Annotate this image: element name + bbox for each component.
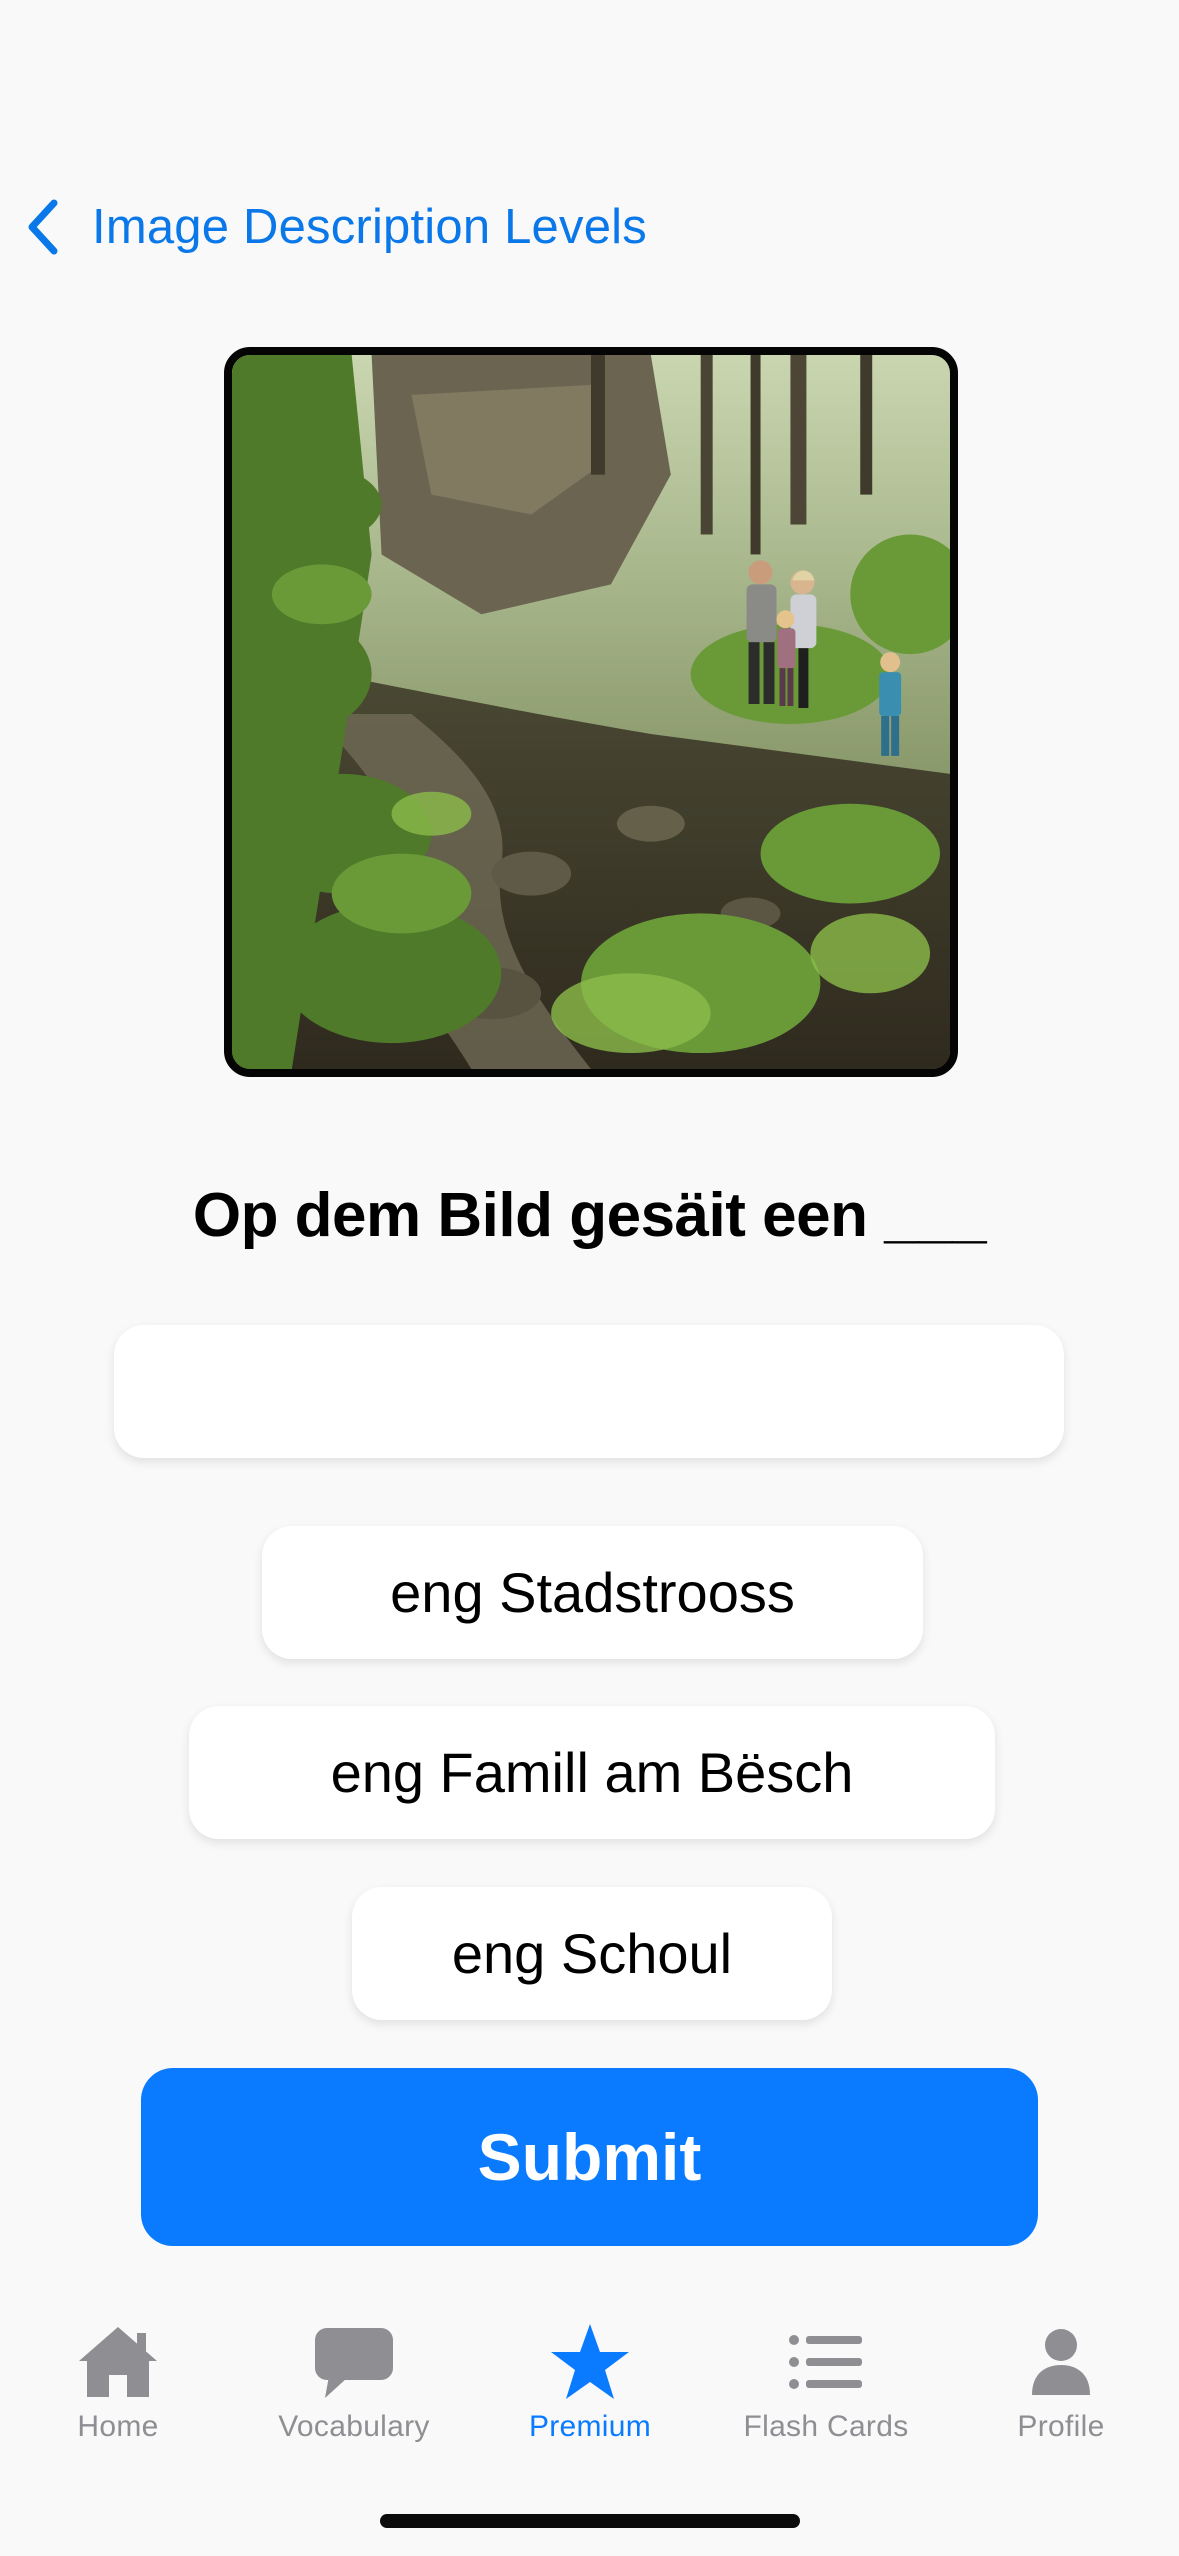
answer-field[interactable] [114, 1325, 1064, 1458]
tab-premium[interactable]: Premium [472, 2320, 708, 2460]
tab-bar: Home Vocabulary Premium Flash Cards Prof… [0, 2300, 1179, 2460]
option-button-schoul[interactable]: eng Schoul [352, 1887, 832, 2020]
tab-home[interactable]: Home [0, 2320, 236, 2460]
star-icon [549, 2320, 631, 2404]
home-indicator[interactable] [380, 2514, 800, 2528]
tab-vocabulary[interactable]: Vocabulary [236, 2320, 472, 2460]
tab-profile[interactable]: Profile [943, 2320, 1179, 2460]
family-in-forest-photo [224, 347, 958, 1077]
back-button[interactable]: Image Description Levels [24, 190, 647, 264]
tab-flash-cards-label: Flash Cards [743, 2410, 909, 2443]
question-text: Op dem Bild gesäit een ___ [192, 1181, 987, 1250]
tab-profile-label: Profile [1017, 2410, 1105, 2443]
option-button-famill-am-besch[interactable]: eng Famill am Bësch [189, 1706, 995, 1839]
back-button-label: Image Description Levels [92, 200, 647, 254]
tab-premium-label: Premium [528, 2410, 652, 2443]
speech-bubble-icon [313, 2320, 395, 2404]
submit-button[interactable]: Submit [141, 2068, 1038, 2246]
tab-vocabulary-label: Vocabulary [278, 2410, 430, 2443]
option-button-stadstrooss[interactable]: eng Stadstrooss [262, 1526, 923, 1659]
tab-flash-cards[interactable]: Flash Cards [708, 2320, 944, 2460]
person-icon [1028, 2320, 1094, 2404]
chevron-left-icon [24, 197, 64, 257]
tab-home-label: Home [77, 2410, 159, 2443]
house-icon [75, 2320, 161, 2404]
list-icon [788, 2320, 864, 2404]
